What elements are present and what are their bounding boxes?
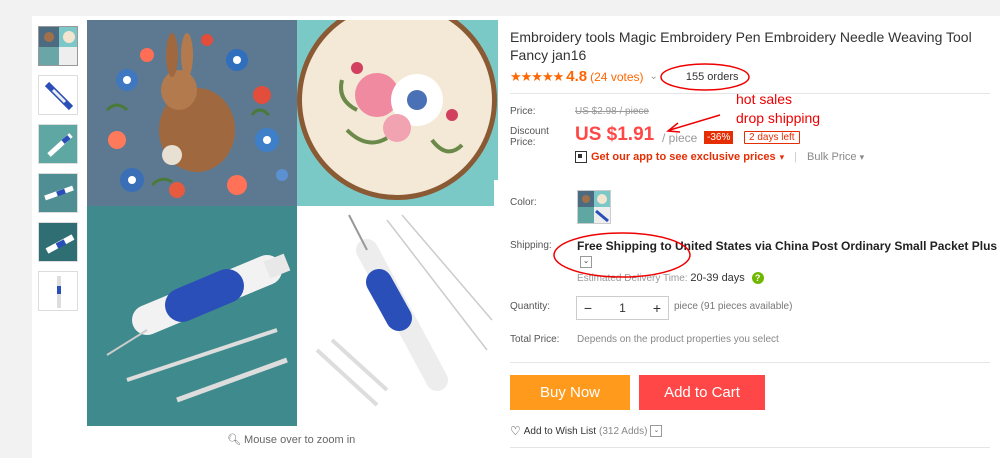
orders-circle (660, 63, 750, 91)
annotation-overlay (553, 63, 750, 278)
annotation-hot-sales: hot sales (736, 91, 793, 107)
annotation-drop-shipping: drop shipping (736, 110, 821, 126)
shipping-circle (553, 232, 691, 278)
